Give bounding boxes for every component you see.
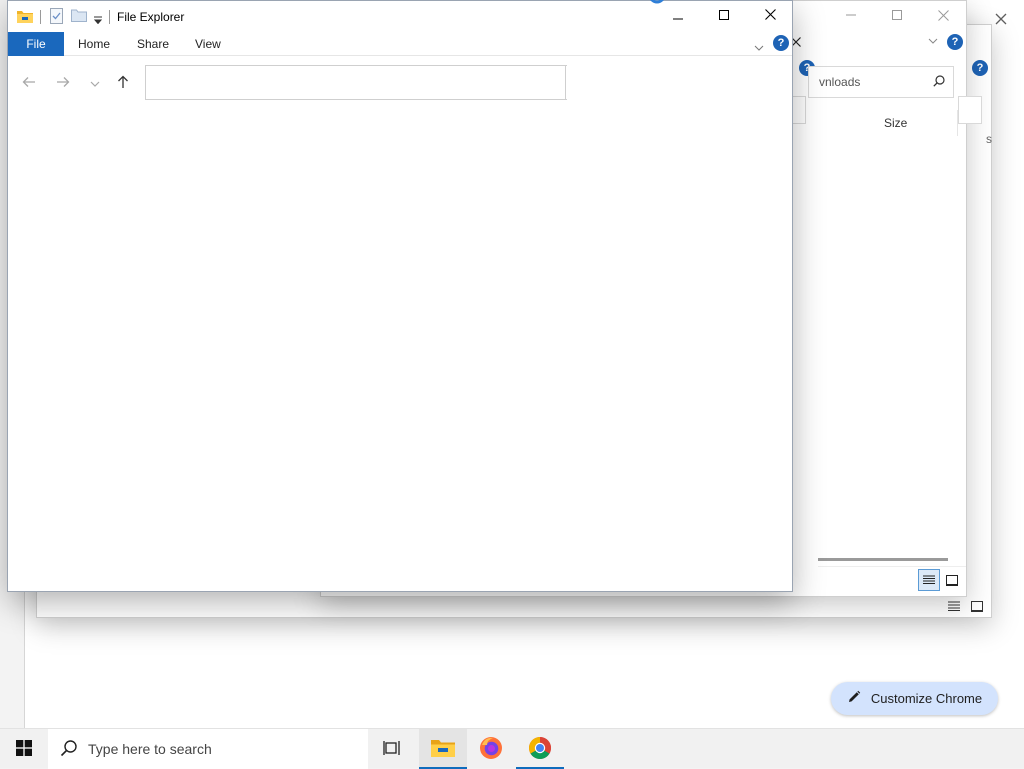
title-separator <box>109 10 110 24</box>
tab-share[interactable]: Share <box>137 32 169 56</box>
task-view-icon <box>383 740 401 759</box>
minimize-button[interactable] <box>655 1 701 31</box>
ribbon-expand-chevron-icon[interactable] <box>754 40 764 54</box>
forward-arrow-icon <box>56 76 70 91</box>
size-column-header[interactable]: Size <box>884 116 907 130</box>
close-button[interactable] <box>747 1 793 31</box>
start-button[interactable] <box>0 729 48 769</box>
large-icons-view-icon[interactable] <box>968 598 986 614</box>
search-box[interactable]: vnloads <box>808 66 954 98</box>
tab-view[interactable]: View <box>195 32 221 56</box>
customize-toolbar-dropdown-icon[interactable] <box>93 13 103 27</box>
minimize-icon <box>673 9 683 23</box>
search-icon <box>933 74 945 90</box>
taskbar-search-placeholder: Type here to search <box>88 741 212 757</box>
maximize-button[interactable] <box>701 1 747 31</box>
properties-icon[interactable] <box>50 8 64 27</box>
up-arrow-icon <box>117 75 129 92</box>
file-explorer-icon <box>430 738 456 761</box>
up-button[interactable] <box>112 72 134 94</box>
back-arrow-icon <box>22 76 36 91</box>
chrome-icon <box>528 736 552 763</box>
address-divider <box>565 65 566 100</box>
search-placeholder: vnloads <box>819 75 861 89</box>
tab-file[interactable]: File <box>8 32 64 56</box>
content-area[interactable] <box>8 106 792 591</box>
horizontal-scrollbar[interactable] <box>818 558 948 561</box>
title-bar[interactable]: File Explorer <box>8 0 793 32</box>
taskbar-chrome[interactable] <box>516 729 564 769</box>
help-icon[interactable]: ? <box>947 34 963 50</box>
folder-app-icon <box>16 8 34 27</box>
quick-access-separator <box>40 10 41 24</box>
help-icon[interactable]: ? <box>773 35 789 51</box>
minimize-icon[interactable] <box>840 4 862 26</box>
customize-chrome-button[interactable]: Customize Chrome <box>831 682 998 715</box>
taskbar-file-explorer[interactable] <box>419 729 467 769</box>
back-button[interactable] <box>18 72 40 94</box>
recent-locations-button[interactable] <box>84 72 106 94</box>
ribbon-tabs: File Home Share View ? <box>8 32 792 56</box>
close-icon[interactable] <box>932 4 954 26</box>
chrome-close-icon[interactable] <box>990 8 1012 30</box>
taskbar-search-box[interactable]: Type here to search <box>48 729 368 769</box>
tab-home[interactable]: Home <box>78 32 110 56</box>
firefox-icon <box>479 736 503 763</box>
task-view-button[interactable] <box>368 729 416 769</box>
details-view-icon[interactable] <box>918 569 940 591</box>
maximize-icon <box>719 9 729 23</box>
background-search-box-edge <box>792 96 806 124</box>
help-icon[interactable]: ? <box>972 60 988 76</box>
pencil-icon <box>847 690 861 707</box>
chevron-down-icon <box>90 76 100 90</box>
new-folder-icon[interactable] <box>71 9 87 25</box>
taskbar-firefox[interactable] <box>467 729 515 769</box>
navigation-bar <box>8 56 792 106</box>
address-bar[interactable] <box>145 65 567 100</box>
file-explorer-window: File Explorer File Home Share View ? <box>7 0 793 592</box>
background-search-box[interactable] <box>958 96 982 124</box>
forward-button[interactable] <box>52 72 74 94</box>
maximize-icon[interactable] <box>886 4 908 26</box>
window-title: File Explorer <box>117 10 185 24</box>
search-icon <box>60 739 78 760</box>
details-view-icon[interactable] <box>944 598 964 614</box>
ribbon-expand-chevron-icon[interactable] <box>926 34 940 48</box>
taskbar: Type here to search <box>0 728 1024 769</box>
windows-logo-icon <box>16 739 32 759</box>
large-icons-view-icon[interactable] <box>942 570 962 590</box>
clipped-text: s <box>986 132 992 146</box>
close-icon <box>764 9 776 23</box>
customize-chrome-label: Customize Chrome <box>870 691 983 706</box>
column-divider <box>957 110 958 136</box>
